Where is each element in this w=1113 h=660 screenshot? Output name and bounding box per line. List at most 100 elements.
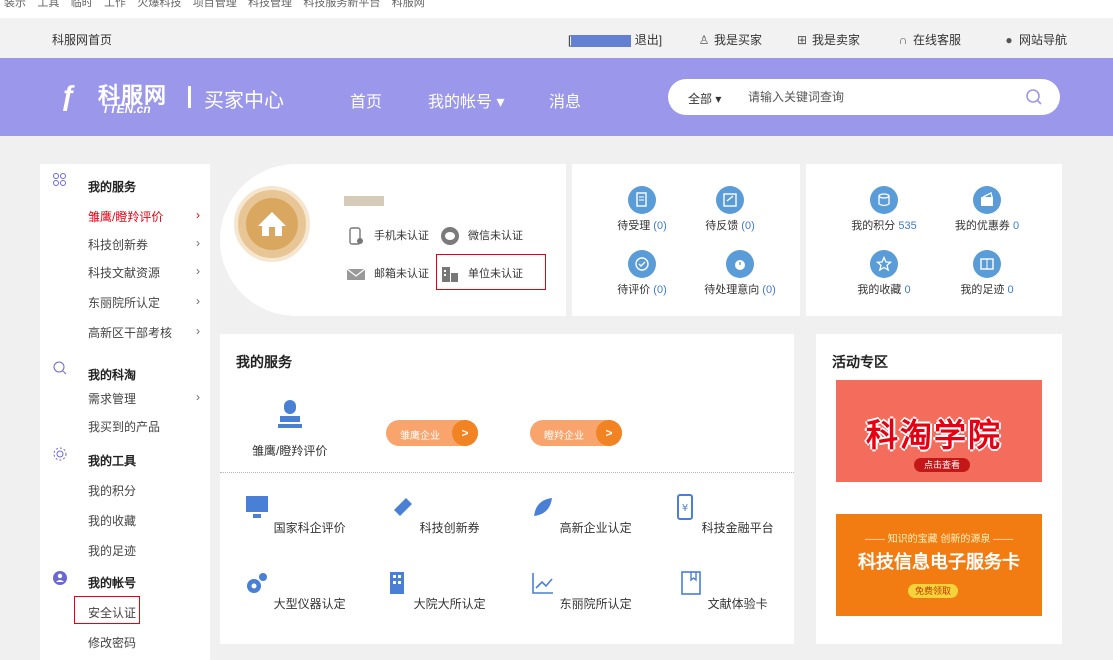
sidebar-item-demand-management[interactable]: 需求管理 › — [88, 390, 200, 407]
sidebar-item-innovation-voucher[interactable]: 科技创新券 › — [88, 236, 200, 253]
wechat-verify-status[interactable]: 微信未认证 — [440, 226, 523, 246]
logout-link[interactable]: 退出] — [635, 33, 662, 47]
main-header: ƒ 科服网 TTEN.cn 买家中心 首页 我的帐号 ▾ 消息 全部 ▾ — [0, 58, 1113, 136]
gazelle-enterprise-button[interactable]: 瞪羚企业 > — [530, 420, 622, 446]
seller-link[interactable]: ⊞ 我是卖家 — [795, 31, 860, 48]
services-title: 我的服务 — [236, 354, 292, 370]
banner-claim-button[interactable]: 免费领取 — [908, 584, 958, 598]
document-icon — [628, 186, 656, 214]
bookmark[interactable]: 科技服务新平台 — [303, 0, 380, 9]
stat-points[interactable]: 我的积分 535 — [844, 186, 924, 233]
chevron-right-icon: › — [196, 236, 200, 250]
bookmark[interactable]: 科技管理 — [248, 0, 292, 9]
phone-verify-status[interactable]: 手机未认证 — [346, 226, 429, 246]
stat-favorites[interactable]: 我的收藏 0 — [844, 250, 924, 297]
service-innovation-voucher[interactable]: 科技创新券 — [380, 494, 490, 536]
stat-coupons[interactable]: 我的优惠券 0 — [942, 186, 1032, 233]
buyer-center-title: 买家中心 — [204, 90, 284, 112]
arrow-right-icon: > — [596, 420, 622, 446]
sidebar-item-cadre-assessment[interactable]: 高新区干部考核 › — [88, 324, 200, 341]
location-pin-icon: ● — [1005, 33, 1013, 47]
sidebar-item-dongli-institute[interactable]: 东丽院所认定 › — [88, 294, 200, 311]
bookmark[interactable]: 临时 — [71, 0, 93, 9]
profile-card: 手机未认证 微信未认证 邮箱未认证 单位未认证 — [220, 164, 566, 316]
bookmarks-bar: 装示 工具 临时 工作 火爆科技 项目管理 科技管理 科技服务新平台 科服网 — [0, 0, 1113, 18]
stat-footprints[interactable]: 我的足迹 0 — [942, 250, 1032, 297]
bookmark-doc-icon — [681, 571, 702, 595]
phone-yuan-icon: ¥ — [677, 494, 694, 520]
assets-card: 我的积分 535 我的优惠券 0 我的收藏 0 我的足迹 0 — [806, 164, 1062, 316]
edit-icon — [716, 186, 744, 214]
sidebar-group-account: 我的帐号 — [88, 576, 137, 590]
chevron-right-icon: › — [196, 324, 200, 338]
banner-headline: 科淘学院 — [866, 417, 1003, 453]
ketao-academy-banner[interactable]: 科淘学院 点击查看 — [836, 380, 1042, 482]
gear-icon — [53, 447, 67, 461]
username-redacted — [571, 34, 632, 47]
evaluation-label[interactable]: 雏鹰/瞪羚评价 — [252, 442, 327, 459]
email-verify-status[interactable]: 邮箱未认证 — [346, 264, 429, 284]
service-literature-card[interactable]: 文献体验卡 — [668, 570, 778, 612]
home-link[interactable]: 科服网首页 — [52, 31, 112, 48]
mail-icon — [346, 268, 366, 280]
stat-pending-review[interactable]: 待评价 (0) — [602, 250, 682, 297]
search-globe-icon — [53, 361, 67, 375]
monitor-icon — [246, 496, 269, 518]
sidebar-item-purchased[interactable]: 我买到的产品 — [88, 418, 200, 435]
service-institute-certification[interactable]: 大院大所认定 — [380, 570, 490, 612]
buyer-link[interactable]: ♙ 我是买家 — [697, 31, 762, 48]
avatar[interactable] — [234, 186, 310, 262]
search-input[interactable] — [748, 87, 998, 107]
nav-home[interactable]: 首页 — [350, 88, 382, 112]
chevron-right-icon: › — [196, 264, 200, 278]
sidebar-item-literature[interactable]: 科技文献资源 › — [88, 264, 200, 281]
bookmark[interactable]: 项目管理 — [193, 0, 237, 9]
sidebar-item-favorites[interactable]: 我的收藏 — [88, 512, 200, 529]
stat-pending-feedback[interactable]: 待反馈 (0) — [690, 186, 770, 233]
chevron-right-icon: › — [196, 294, 200, 308]
sidebar-item-points[interactable]: 我的积分 — [88, 482, 200, 499]
bookmark[interactable]: 工具 — [37, 0, 59, 9]
bookmark[interactable]: 装示 — [4, 0, 26, 9]
service-hightech-certification[interactable]: 高新企业认定 — [526, 494, 636, 536]
dotted-divider — [220, 472, 794, 473]
phone-icon — [349, 227, 363, 245]
banner-view-button[interactable]: 点击查看 — [914, 458, 970, 472]
user-status: [ 退出] — [568, 33, 663, 47]
star-icon — [870, 250, 898, 278]
service-tech-finance[interactable]: ¥ 科技金融平台 — [668, 494, 778, 536]
nav-messages[interactable]: 消息 — [549, 88, 581, 112]
activity-zone: 活动专区 科淘学院 点击查看 —— 知识的宝藏 创新的源泉 —— 科技信息电子服… — [816, 334, 1062, 644]
shop-icon: ⊞ — [796, 33, 808, 47]
service-dongli-institute[interactable]: 东丽院所认定 — [526, 570, 636, 612]
highlight-box — [74, 596, 140, 624]
bookmark[interactable]: 火爆科技 — [137, 0, 181, 9]
user-icon: ♙ — [698, 33, 710, 47]
office-building-icon — [390, 572, 405, 594]
search-scope-dropdown[interactable]: 全部 ▾ — [688, 90, 721, 107]
stamp-icon — [278, 400, 302, 428]
coupon-icon — [973, 186, 1001, 214]
bookmark[interactable]: 工作 — [104, 0, 126, 9]
chevron-right-icon: › — [196, 208, 200, 222]
nav-my-account[interactable]: 我的帐号 ▾ — [428, 88, 504, 112]
service-large-instrument[interactable]: 大型仪器认定 — [240, 570, 350, 612]
sidebar-item-evaluation[interactable]: 雏鹰/瞪羚评价 › — [88, 208, 200, 225]
stat-pending-intent[interactable]: 待处理意向 (0) — [690, 250, 790, 297]
customer-service-link[interactable]: ∩ 在线客服 — [896, 31, 961, 48]
sidebar-item-footprints[interactable]: 我的足迹 — [88, 542, 200, 559]
sidebar-group-services: 我的服务 — [88, 180, 137, 194]
service-card-banner[interactable]: —— 知识的宝藏 创新的源泉 —— 科技信息电子服务卡 免费领取 — [836, 514, 1042, 616]
headset-icon: ∩ — [898, 33, 908, 47]
eaglet-enterprise-button[interactable]: 雏鹰企业 > — [386, 420, 478, 446]
coins-icon — [870, 186, 898, 214]
sitemap-link[interactable]: ● 网站导航 — [1002, 31, 1067, 48]
sidebar-item-change-password[interactable]: 修改密码 — [88, 634, 200, 651]
bookmark[interactable]: 科服网 — [392, 0, 425, 9]
svg-text:¥: ¥ — [682, 503, 688, 514]
stat-pending-accept[interactable]: 待受理 (0) — [602, 186, 682, 233]
my-services-panel: 我的服务 雏鹰/瞪羚评价 雏鹰企业 > 瞪羚企业 > 国家科企评价 科技创新券 高新… — [220, 334, 794, 644]
search-icon[interactable] — [1024, 87, 1044, 107]
site-logo[interactable]: ƒ 科服网 TTEN.cn — [60, 78, 190, 118]
service-national-evaluation[interactable]: 国家科企评价 — [240, 494, 350, 536]
